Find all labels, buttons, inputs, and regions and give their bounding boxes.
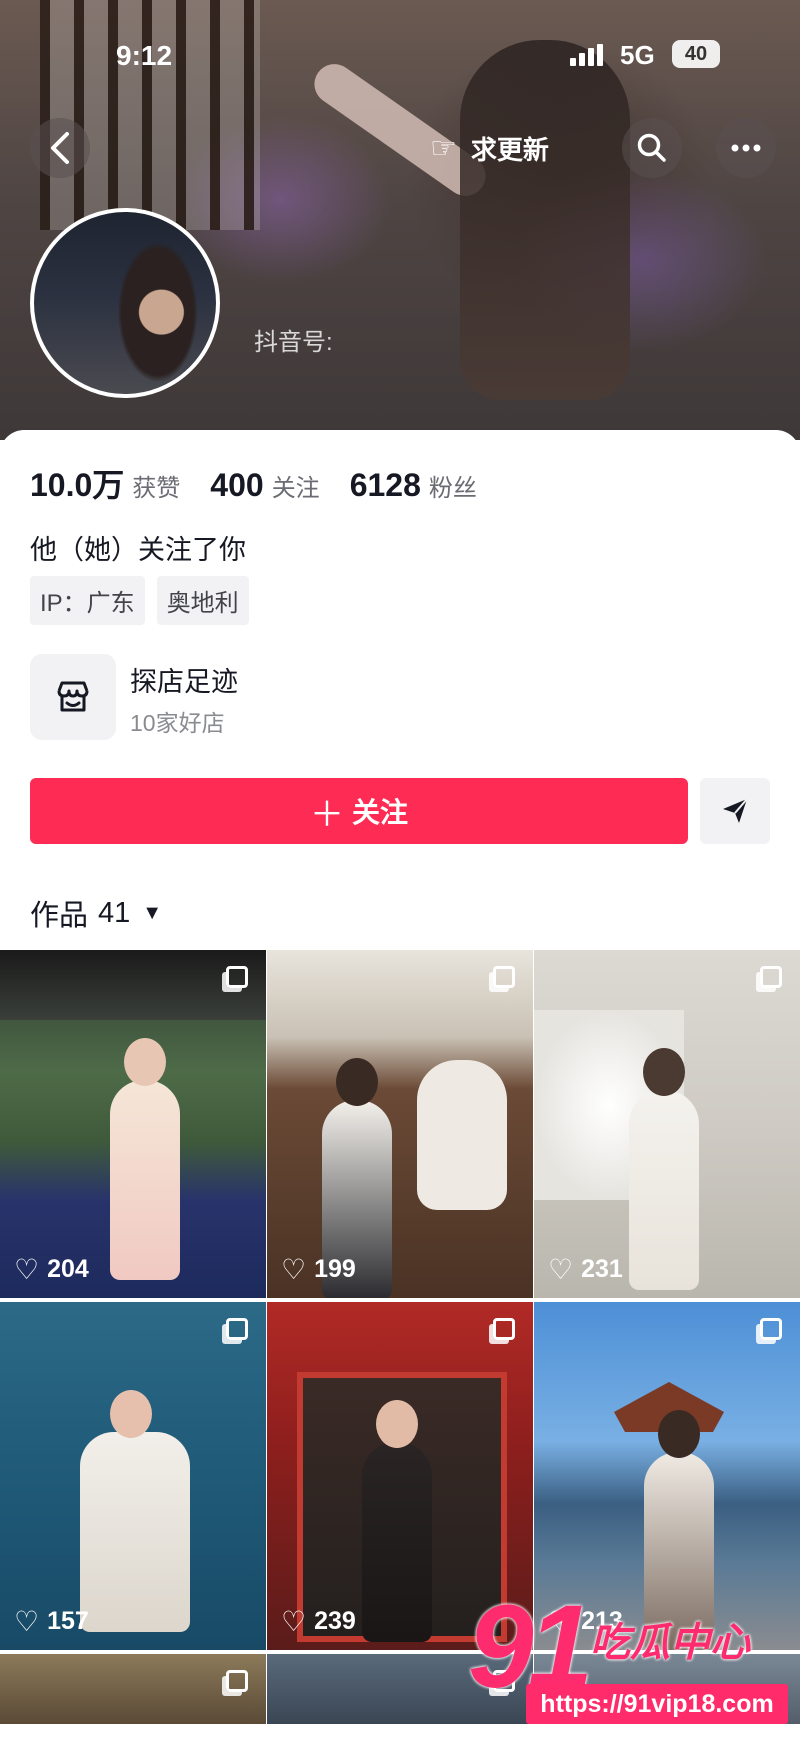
- heart-icon: ♡: [548, 1254, 574, 1285]
- shop-visit-title: 探店足迹: [130, 667, 238, 697]
- video-thumbnail[interactable]: ♡ 231: [534, 950, 800, 1298]
- top-nav: ☞ 求更新: [0, 118, 800, 178]
- video-thumbnail[interactable]: ♡ 204: [0, 950, 266, 1298]
- multi-image-icon: [760, 1318, 782, 1340]
- figure-shape: [362, 1400, 432, 1642]
- horse-shape: [417, 1060, 507, 1210]
- multi-image-icon: [226, 966, 248, 988]
- figure-shape: [110, 1038, 180, 1280]
- location-tag: 奥地利: [156, 576, 249, 625]
- shop-icon-box: [30, 654, 116, 740]
- stat-following[interactable]: 400 关注: [210, 467, 319, 504]
- ip-tag: IP：广东: [30, 576, 145, 625]
- search-button[interactable]: [622, 118, 682, 178]
- status-time: 9:12: [116, 40, 173, 71]
- network-label: 5G: [620, 40, 655, 70]
- multi-image-icon: [760, 966, 782, 988]
- battery-icon: 40: [672, 40, 720, 68]
- back-arrow-icon: [51, 132, 69, 164]
- video-thumbnail[interactable]: [0, 1654, 266, 1724]
- video-thumbnail[interactable]: ♡ 157: [0, 1302, 266, 1650]
- heart-icon: ♡: [14, 1254, 40, 1285]
- video-likes: ♡ 239: [281, 1606, 356, 1637]
- caret-down-icon: ▼: [142, 901, 163, 924]
- figure-shape: [80, 1390, 190, 1632]
- video-thumbnail[interactable]: ♡ 199: [267, 950, 533, 1298]
- cover-hair-shape: [460, 40, 630, 400]
- tab-works[interactable]: 作品 41 ▼: [30, 892, 162, 934]
- stat-followers-value: 6128: [349, 467, 421, 503]
- figure-shape: [629, 1048, 699, 1290]
- multi-image-icon: [493, 1318, 515, 1340]
- stat-likes: 10.0万 获赞: [30, 460, 180, 506]
- video-likes: ♡ 199: [281, 1254, 356, 1285]
- signal-icon: [570, 44, 604, 66]
- watermark-url: https://91vip18.com: [526, 1684, 788, 1724]
- stat-following-value: 400: [210, 467, 264, 503]
- shop-icon: [57, 681, 89, 712]
- stat-followers[interactable]: 6128 粉丝: [350, 467, 477, 504]
- follows-you-text: 他（她）关注了你: [30, 535, 246, 565]
- share-button[interactable]: [700, 778, 770, 844]
- works-count: 41: [98, 896, 131, 929]
- shop-visit-subtitle: 10家好店: [130, 710, 225, 736]
- stats-row: 10.0万 获赞 400 关注 6128 粉丝: [30, 460, 507, 506]
- stat-followers-label: 粉丝: [428, 475, 477, 502]
- back-button[interactable]: [30, 118, 90, 178]
- share-send-icon: [723, 798, 748, 823]
- search-icon: [637, 133, 666, 162]
- watermark: 91 吃瓜中心 https://91vip18.com: [468, 1588, 798, 1736]
- video-likes: ♡ 231: [548, 1254, 623, 1285]
- more-button[interactable]: [716, 118, 776, 178]
- heart-icon: ♡: [14, 1606, 40, 1637]
- pointing-hand-icon: ☞: [430, 131, 457, 165]
- status-bar: 9:12 5G 40: [0, 30, 800, 80]
- watermark-logo-text: 吃瓜中心: [590, 1621, 750, 1665]
- multi-image-icon: [226, 1318, 248, 1340]
- avatar[interactable]: [30, 208, 220, 398]
- urge-update-label: 求更新: [470, 134, 549, 165]
- stat-likes-value: 10.0万: [30, 467, 125, 503]
- douyin-id-label: 抖音号:: [254, 329, 333, 356]
- multi-image-icon: [493, 966, 515, 988]
- works-tab-label: 作品: [30, 900, 89, 932]
- video-likes: ♡ 204: [14, 1254, 89, 1285]
- plus-icon: ＋: [309, 795, 344, 834]
- video-likes: ♡ 157: [14, 1606, 89, 1637]
- urge-update-button[interactable]: ☞ 求更新: [430, 124, 549, 172]
- profile-tags: IP：广东 奥地利: [30, 576, 261, 625]
- more-dots-icon: [731, 144, 761, 152]
- stat-likes-label: 获赞: [132, 475, 181, 502]
- shop-visit-entry[interactable]: 探店足迹 10家好店: [30, 654, 430, 742]
- follow-button-label: 关注: [351, 797, 408, 828]
- follow-button[interactable]: ＋ 关注: [30, 778, 688, 844]
- stat-following-label: 关注: [271, 475, 320, 502]
- heart-icon: ♡: [281, 1606, 307, 1637]
- profile-card: 10.0万 获赞 400 关注 6128 粉丝 他（她）关注了你 IP：广东 奥…: [0, 430, 800, 1750]
- multi-image-icon: [226, 1670, 248, 1692]
- heart-icon: ♡: [281, 1254, 307, 1285]
